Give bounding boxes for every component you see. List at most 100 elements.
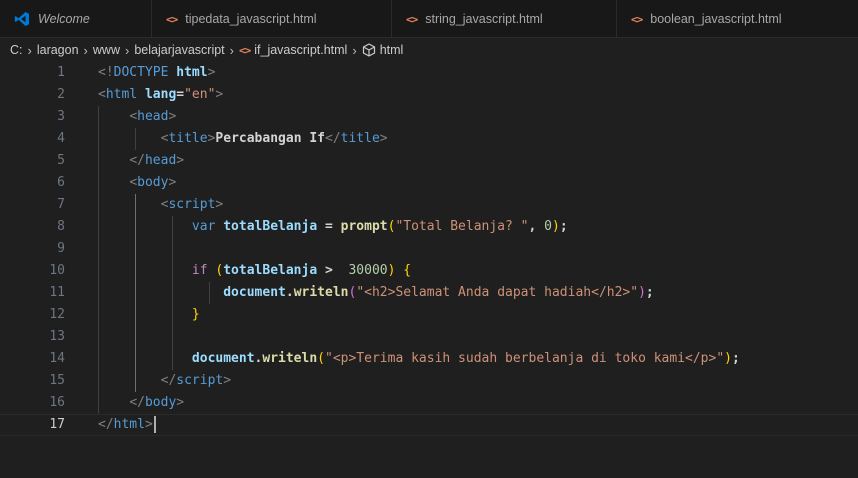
code-line[interactable]: 12 } — [0, 304, 858, 326]
indent-guide — [135, 238, 136, 260]
code-text: var totalBelanja = prompt("Total Belanja… — [98, 216, 568, 238]
breadcrumb-laragon[interactable]: laragon — [37, 43, 79, 57]
breadcrumb-separator: › — [229, 42, 234, 58]
code-token: totalBelanja — [223, 219, 318, 234]
code-token: < — [129, 175, 138, 190]
code-token: <! — [98, 65, 114, 80]
breadcrumb-file[interactable]: if_javascript.html — [254, 43, 347, 57]
code-token: > — [144, 417, 153, 432]
tab-welcome[interactable]: Welcome — [0, 0, 152, 37]
code-token: > — [176, 153, 185, 168]
tab-tipedata-javascript[interactable]: <> tipedata_javascript.html — [152, 0, 392, 37]
code-token: Percabangan If — [215, 131, 325, 146]
code-token: = — [176, 87, 185, 102]
html-code-icon: <> — [239, 43, 251, 57]
code-token: = — [317, 219, 341, 234]
code-token: } — [191, 307, 200, 322]
code-area[interactable]: 1 <!DOCTYPE html> 2 <html lang="en"> 3 <head… — [0, 62, 858, 436]
tab-string-javascript[interactable]: <> string_javascript.html — [392, 0, 617, 37]
code-token: ( — [317, 351, 325, 366]
code-text: </html> — [98, 415, 156, 435]
code-token: < — [129, 109, 138, 124]
code-token: > — [215, 197, 224, 212]
line-number: 15 — [49, 373, 65, 388]
breadcrumb-symbol[interactable]: html — [380, 43, 404, 57]
code-text: <head> — [98, 106, 176, 128]
code-token: prompt — [340, 219, 388, 234]
code-line[interactable]: 14 document.writeln("<p>Terima kasih sud… — [0, 348, 858, 370]
code-token: </ — [325, 131, 341, 146]
code-line[interactable]: 7 <script> — [0, 194, 858, 216]
editor-tab-bar: Welcome <> tipedata_javascript.html <> s… — [0, 0, 858, 38]
code-editor-window: Welcome <> tipedata_javascript.html <> s… — [0, 0, 858, 478]
line-number: 12 — [49, 307, 65, 322]
html-code-icon: <> — [631, 12, 643, 26]
breadcrumb-drive[interactable]: C: — [10, 43, 23, 57]
tab-boolean-javascript[interactable]: <> boolean_javascript.html — [617, 0, 858, 37]
code-line[interactable]: 6 <body> — [0, 172, 858, 194]
code-token: totalBelanja — [223, 263, 318, 278]
line-number: 10 — [49, 263, 65, 278]
code-token: body — [137, 175, 169, 190]
html-code-icon: <> — [406, 12, 418, 26]
code-text: </body> — [98, 392, 184, 414]
code-token: title — [340, 131, 380, 146]
tab-label: boolean_javascript.html — [650, 12, 782, 26]
indent-guide — [172, 326, 173, 348]
code-line[interactable]: 2 <html lang="en"> — [0, 84, 858, 106]
code-token: ) — [724, 351, 732, 366]
code-token: </ — [98, 417, 114, 432]
code-token: if — [191, 263, 216, 278]
breadcrumb-belajarjavascript[interactable]: belajarjavascript — [134, 43, 224, 57]
code-text: <html lang="en"> — [98, 84, 223, 106]
code-token: var — [191, 219, 224, 234]
code-line[interactable]: 5 </head> — [0, 150, 858, 172]
breadcrumb-www[interactable]: www — [93, 43, 120, 57]
code-token: > — [168, 175, 177, 190]
code-text: <script> — [98, 194, 224, 216]
code-token: </ — [129, 395, 145, 410]
code-line[interactable]: 1 <!DOCTYPE html> — [0, 62, 858, 84]
tab-label: string_javascript.html — [425, 12, 543, 26]
vscode-logo-icon — [14, 11, 30, 27]
line-number: 13 — [49, 329, 65, 344]
code-line[interactable]: 16 </body> — [0, 392, 858, 414]
code-line[interactable]: 15 </script> — [0, 370, 858, 392]
line-number: 5 — [57, 153, 65, 168]
line-number: 11 — [49, 285, 65, 300]
code-line[interactable]: 9 — [0, 238, 858, 260]
code-token: title — [168, 131, 208, 146]
code-line[interactable]: 11 document.writeln("<h2>Selamat Anda da… — [0, 282, 858, 304]
code-token: 30000 — [348, 263, 388, 278]
code-line[interactable]: 8 var totalBelanja = prompt("Total Belan… — [0, 216, 858, 238]
code-token: lang — [144, 87, 177, 102]
code-text: <!DOCTYPE html> — [98, 62, 215, 84]
code-line[interactable]: 17 </html> — [0, 414, 858, 436]
line-number: 9 — [57, 241, 65, 256]
code-token: "<h2>Selamat Anda dapat hadiah</h2>" — [356, 285, 639, 300]
breadcrumb-separator: › — [124, 42, 130, 58]
code-token: ) — [551, 219, 560, 234]
code-text: } — [98, 304, 200, 326]
code-token: writeln — [262, 351, 318, 366]
code-line[interactable]: 3 <head> — [0, 106, 858, 128]
code-line[interactable]: 13 — [0, 326, 858, 348]
line-number: 14 — [49, 351, 65, 366]
indent-guide — [98, 326, 99, 348]
code-line[interactable]: 4 <title>Percabangan If</title> — [0, 128, 858, 150]
code-token: </ — [129, 153, 145, 168]
code-token: html — [176, 65, 208, 80]
code-token: > — [223, 373, 232, 388]
code-token: body — [144, 395, 177, 410]
line-number: 2 — [57, 87, 65, 102]
indent-guide — [98, 238, 99, 260]
code-token: head — [137, 109, 169, 124]
code-text: </script> — [98, 370, 231, 392]
code-line[interactable]: 10 if (totalBelanja > 30000) { — [0, 260, 858, 282]
code-token: DOCTYPE — [113, 65, 177, 80]
code-token: . — [285, 285, 294, 300]
text-cursor — [153, 416, 156, 433]
code-token: ; — [732, 351, 740, 366]
